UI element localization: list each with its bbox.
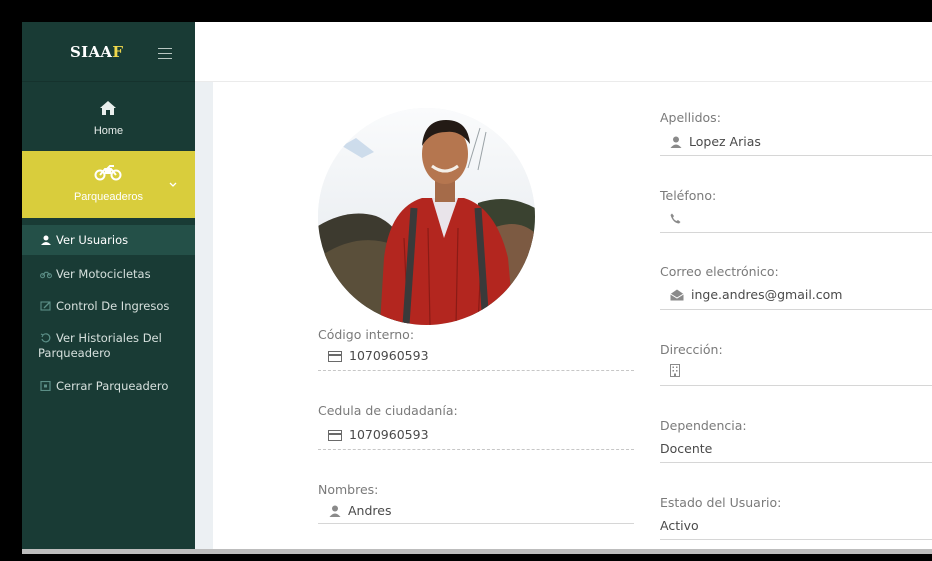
- sidebar-item-cerrar-parqueadero[interactable]: Cerrar Parqueadero: [22, 375, 195, 397]
- brand-bar: SIAAF: [22, 22, 195, 82]
- dependencia-value: Docente: [660, 441, 713, 456]
- sidebar-item-ver-historiales[interactable]: Ver Historiales Del Parqueadero: [22, 328, 195, 364]
- correo-value: inge.andres@gmail.com: [670, 287, 842, 302]
- profile-content: [213, 82, 932, 549]
- content-gutter: [195, 82, 213, 549]
- edit-icon: [40, 301, 51, 311]
- sidebar-item-ver-motocicletas[interactable]: Ver Motocicletas: [22, 263, 195, 285]
- field-underline: [660, 462, 932, 463]
- estado-label: Estado del Usuario:: [660, 495, 782, 510]
- window-frame-top: [0, 0, 932, 22]
- sidebar-item-home[interactable]: Home: [22, 82, 195, 151]
- divider: [22, 218, 195, 221]
- profile-photo-illustration: [318, 108, 535, 325]
- menu-toggle-icon[interactable]: [158, 48, 172, 59]
- sidebar-group-label: Parqueaderos: [73, 191, 144, 203]
- sidebar-item-control-de-ingresos[interactable]: Control De Ingresos: [22, 295, 195, 317]
- correo-label: Correo electrónico:: [660, 264, 779, 279]
- envelope-open-icon: [670, 289, 684, 301]
- profile-avatar: [318, 108, 535, 325]
- user-icon: [41, 235, 51, 245]
- history-icon: [40, 333, 51, 343]
- motorcycle-icon: [40, 271, 52, 279]
- sidebar: SIAAF Home Parqueaderos Ver Usuarios Ver…: [22, 22, 195, 549]
- codigo-interno-value: 1070960593: [328, 348, 429, 363]
- user-icon: [329, 505, 341, 517]
- field-underline: [660, 155, 932, 156]
- sidebar-item-home-label: Home: [93, 125, 124, 137]
- direccion-label: Dirección:: [660, 342, 723, 357]
- sidebar-item-ver-usuarios[interactable]: Ver Usuarios: [22, 225, 195, 255]
- brand-logo[interactable]: SIAAF: [70, 43, 123, 61]
- phone-icon: [670, 213, 681, 224]
- top-header: [195, 22, 932, 82]
- home-icon: [100, 101, 116, 115]
- chevron-down-icon: [169, 182, 177, 187]
- horizontal-scrollbar[interactable]: [22, 549, 932, 554]
- building-icon: [670, 364, 680, 377]
- cedula-value: 1070960593: [328, 427, 429, 442]
- cedula-label: Cedula de ciudadanía:: [318, 403, 458, 418]
- field-underline: [660, 539, 932, 540]
- direccion-value: [670, 363, 687, 378]
- field-underline: [318, 370, 634, 371]
- telefono-value: [670, 210, 688, 225]
- id-card-icon: [328, 351, 342, 362]
- user-icon: [670, 136, 682, 148]
- field-underline: [318, 449, 634, 450]
- field-underline: [318, 523, 634, 524]
- codigo-interno-label: Código interno:: [318, 327, 415, 342]
- telefono-label: Teléfono:: [660, 188, 717, 203]
- window-frame-left: [0, 0, 22, 561]
- apellidos-label: Apellidos:: [660, 110, 721, 125]
- apellidos-value: Lopez Arias: [670, 134, 761, 149]
- estado-value: Activo: [660, 518, 699, 533]
- field-underline: [660, 309, 932, 310]
- field-underline: [660, 232, 932, 233]
- field-underline: [660, 385, 932, 386]
- close-square-icon: [40, 381, 51, 391]
- sidebar-group-parqueaderos[interactable]: Parqueaderos: [22, 151, 195, 218]
- nombres-value: Andres: [329, 503, 391, 518]
- id-card-icon: [328, 430, 342, 441]
- motorcycle-icon: [94, 165, 122, 181]
- dependencia-label: Dependencia:: [660, 418, 747, 433]
- nombres-label: Nombres:: [318, 482, 379, 497]
